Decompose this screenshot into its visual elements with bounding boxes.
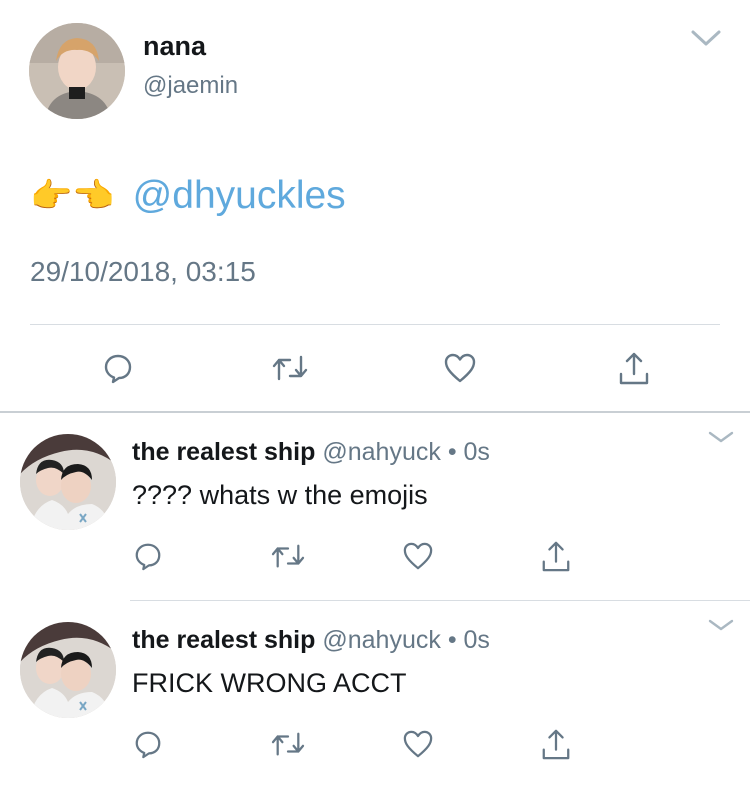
reply-actions xyxy=(0,536,750,576)
chevron-down-icon[interactable] xyxy=(690,28,722,53)
reply-text: FRICK WRONG ACCT xyxy=(132,668,407,698)
divider xyxy=(30,324,720,325)
share-button[interactable] xyxy=(614,348,654,388)
tweet-timestamp: 29/10/2018, 03:15 xyxy=(30,256,256,287)
share-icon xyxy=(542,541,570,572)
like-button[interactable] xyxy=(440,348,480,388)
reply-icon xyxy=(135,731,161,759)
reply-text: ???? whats w the emojis xyxy=(132,480,428,510)
author-name[interactable]: nana xyxy=(143,31,206,62)
retweet-icon xyxy=(271,544,305,568)
tweet-text: 👉👈 @dhyuckles xyxy=(30,174,346,218)
reply-avatar[interactable] xyxy=(20,622,116,718)
reply-avatar[interactable] xyxy=(20,434,116,530)
like-button[interactable] xyxy=(398,724,438,764)
author-handle[interactable]: @jaemin xyxy=(143,72,238,100)
author-avatar[interactable] xyxy=(29,23,125,119)
chevron-down-icon[interactable] xyxy=(708,618,734,637)
like-icon xyxy=(403,542,433,570)
reply-button[interactable] xyxy=(128,536,168,576)
reply-time: 0s xyxy=(463,438,490,466)
like-button[interactable] xyxy=(398,536,438,576)
retweet-button[interactable] xyxy=(268,724,308,764)
meta-separator: • xyxy=(447,438,457,466)
like-icon xyxy=(444,353,476,383)
reply-author-handle[interactable]: @nahyuck xyxy=(322,438,441,466)
reply-tweet: the realest ship @nahyuck • 0s FRICK WRO… xyxy=(0,600,750,788)
retweet-button[interactable] xyxy=(270,348,310,388)
retweet-icon xyxy=(271,732,305,756)
chevron-down-icon[interactable] xyxy=(708,430,734,449)
meta-separator: • xyxy=(447,626,457,654)
reply-author-handle[interactable]: @nahyuck xyxy=(322,626,441,654)
reply-header: the realest ship @nahyuck • 0s xyxy=(132,626,490,655)
reply-button[interactable] xyxy=(98,348,138,388)
like-icon xyxy=(403,730,433,758)
reply-actions xyxy=(0,724,750,764)
share-icon xyxy=(542,729,570,760)
pointing-emojis: 👉👈 xyxy=(30,176,115,216)
reply-author-name[interactable]: the realest ship xyxy=(132,438,315,466)
reply-header: the realest ship @nahyuck • 0s xyxy=(132,438,490,467)
retweet-icon xyxy=(272,355,308,381)
reply-time: 0s xyxy=(463,626,490,654)
tweet-actions xyxy=(0,348,750,388)
reply-icon xyxy=(104,354,132,384)
main-tweet: nana @jaemin 👉👈 @dhyuckles 29/10/2018, 0… xyxy=(0,0,750,412)
share-icon xyxy=(619,352,649,385)
retweet-button[interactable] xyxy=(268,536,308,576)
reply-author-name[interactable]: the realest ship xyxy=(132,626,315,654)
reply-tweet: the realest ship @nahyuck • 0s ???? what… xyxy=(0,412,750,600)
reply-button[interactable] xyxy=(128,724,168,764)
reply-icon xyxy=(135,543,161,571)
share-button[interactable] xyxy=(536,536,576,576)
share-button[interactable] xyxy=(536,724,576,764)
mention-link[interactable]: @dhyuckles xyxy=(133,174,346,218)
